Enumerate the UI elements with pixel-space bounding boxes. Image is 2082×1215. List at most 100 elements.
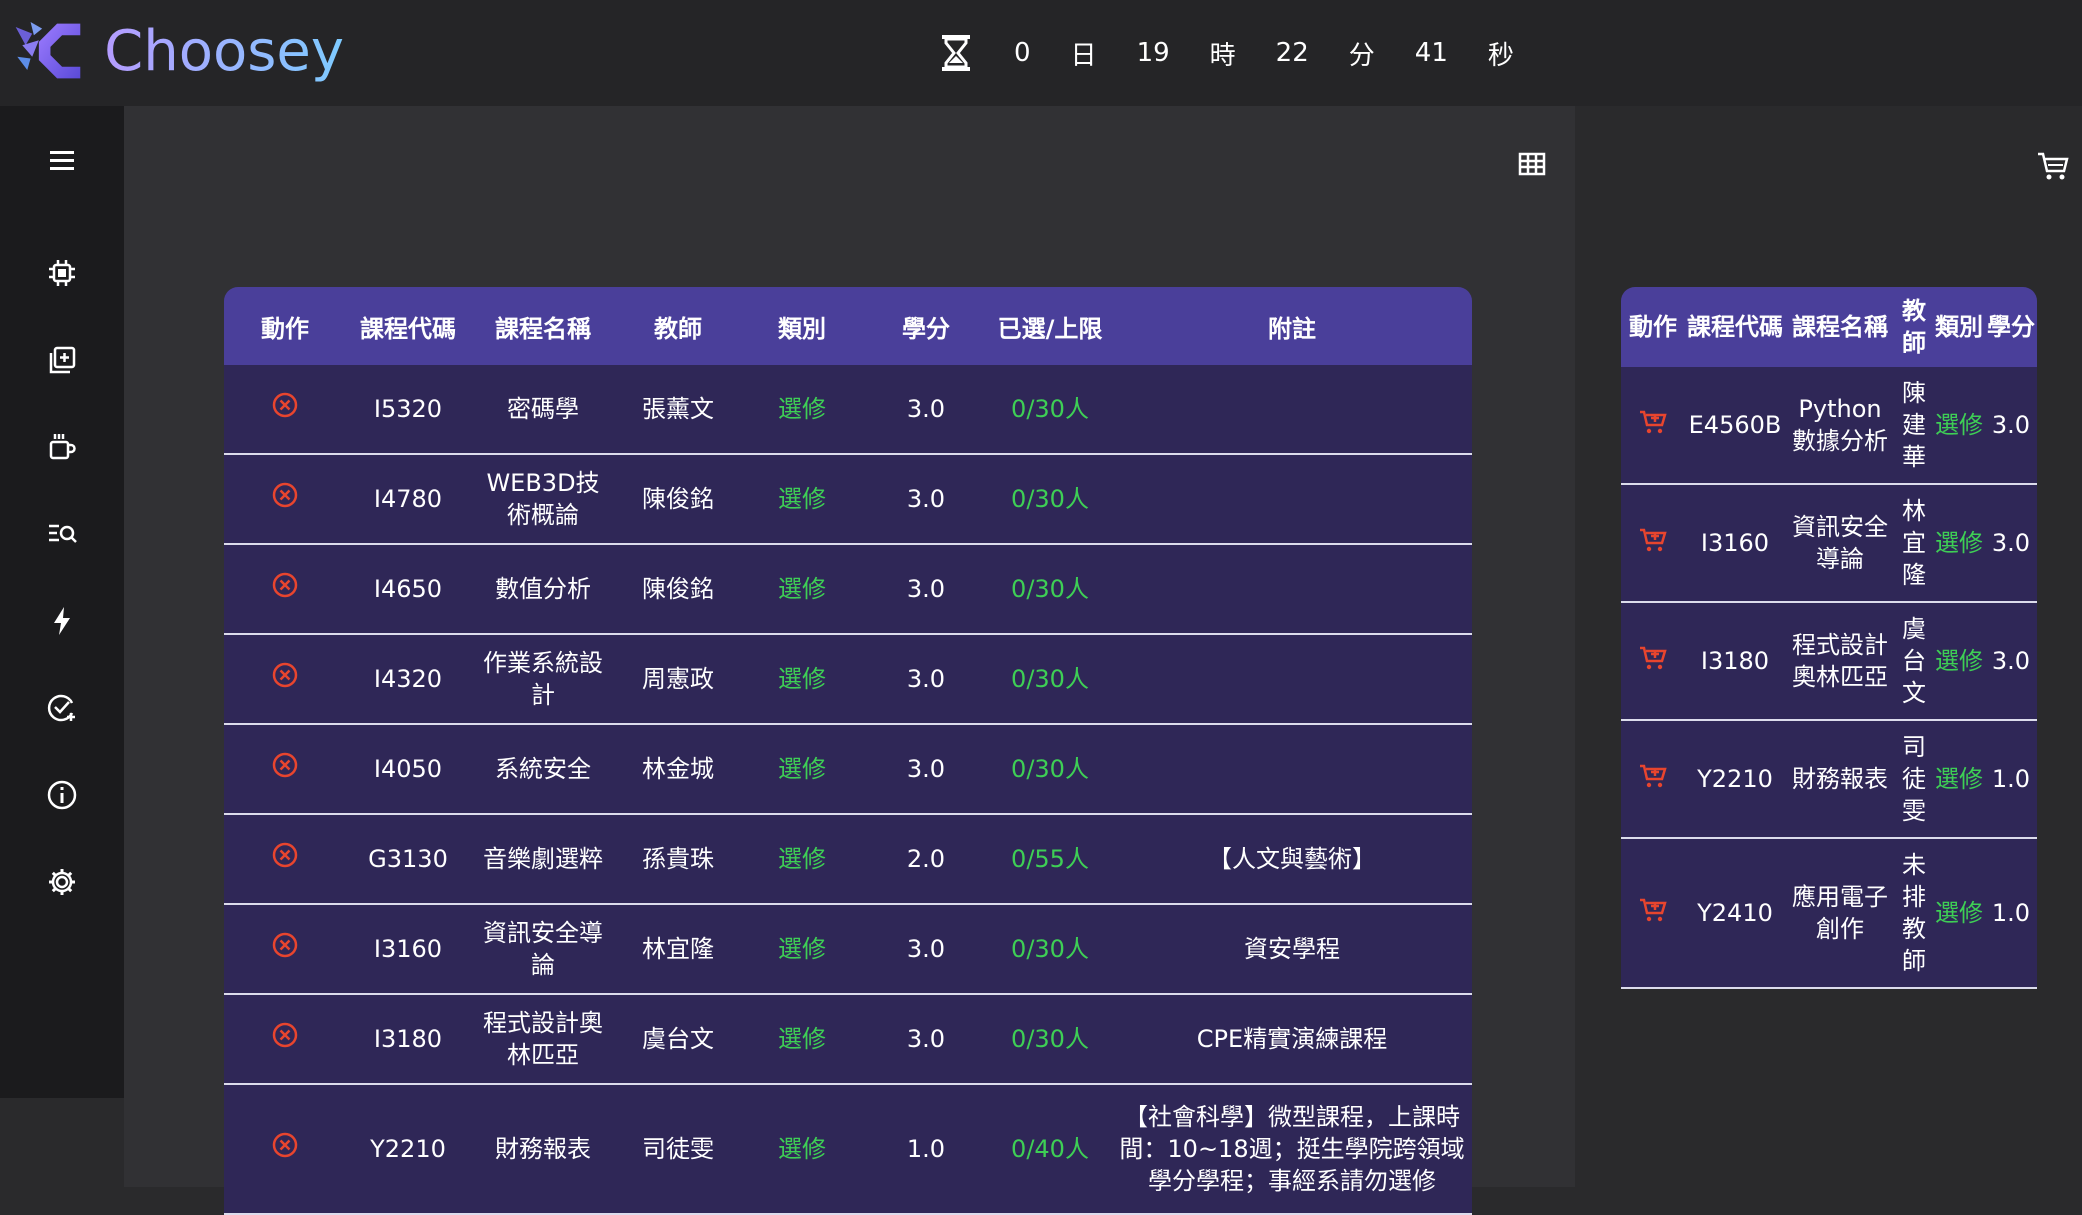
remove-course-icon[interactable] [270,1130,300,1160]
cart-course-type: 選修 [1935,647,1983,675]
remove-course-icon[interactable] [270,480,300,510]
menu-icon [50,151,74,170]
course-type: 選修 [778,485,826,513]
course-note: CPE精實演練課程 [1196,1025,1388,1053]
cart-course-teacher: 林宜隆 [1902,497,1926,589]
add-to-cart-icon[interactable] [1638,524,1668,554]
course-teacher: 孫貴珠 [642,845,714,873]
course-code: I3180 [373,1025,443,1053]
table-row: G3130 音樂劇選粹 孫貴珠 選修 2.0 0/55人 【人文與藝術】 [224,815,1472,905]
course-type: 選修 [778,395,826,423]
header-enroll[interactable]: 已選/上限 [988,309,1112,344]
sidebar-item-coffee[interactable] [42,427,82,467]
cart-course-code: Y2210 [1697,765,1773,793]
course-type: 選修 [778,1025,826,1053]
course-teacher: 陳俊銘 [642,575,714,603]
add-course-icon [49,346,76,374]
cart-header-type: 類別 [1935,313,1983,341]
remove-course-icon[interactable] [270,570,300,600]
sidebar-item-add-course[interactable] [42,340,82,380]
course-credit: 3.0 [906,665,946,693]
course-teacher: 林金城 [642,755,714,783]
cart-table: 動作 課程代碼 課程名稱 教師 類別 學分 E4560B Python數據分析 陳建… [1621,287,2037,989]
add-cell [1621,642,1685,680]
countdown-minutes: 22 [1275,38,1309,68]
grid-view-button[interactable] [1512,144,1552,184]
logo-mark-icon [15,22,81,79]
remove-cell [224,750,346,788]
course-code: I4650 [373,575,443,603]
countdown-seconds-unit: 秒 [1487,40,1514,71]
course-type: 選修 [778,935,826,963]
flash-icon [54,607,70,635]
cart-header-credit: 學分 [1987,313,2035,341]
table-row: I4320 作業系統設計 周憲政 選修 3.0 0/30人 [224,635,1472,725]
sidebar-item-check-add[interactable] [42,688,82,728]
remove-course-icon[interactable] [270,840,300,870]
cart-table-header: 動作 課程代碼 課程名稱 教師 類別 學分 [1621,287,2037,367]
table-row: I3180 程式設計奧林匹亞 虞台文 選修 3.0 0/30人 CPE精實演練課程 [224,995,1472,1085]
search-list-icon [49,524,77,543]
cart-course-credit: 3.0 [1991,529,2031,557]
remove-course-icon[interactable] [270,750,300,780]
cart-row: E4560B Python數據分析 陳建華 選修 3.0 [1621,367,2037,485]
sidebar-item-chip[interactable] [42,253,82,293]
table-row: I4050 系統安全 林金城 選修 3.0 0/30人 [224,725,1472,815]
cart-course-code: Y2410 [1697,899,1773,927]
add-to-cart-icon[interactable] [1638,406,1668,436]
countdown-seconds: 41 [1414,38,1448,68]
course-credit: 3.0 [906,1025,946,1053]
cart-course-code: I3160 [1700,529,1770,557]
header-teacher[interactable]: 教師 [616,309,740,344]
remove-cell [224,1130,346,1168]
course-enrollment: 0/30人 [1011,665,1089,693]
app-name: Choosey [104,18,344,84]
remove-cell [224,930,346,968]
cart-course-code: E4560B [1688,411,1782,439]
table-row: Y2210 財務報表 司徒雯 選修 1.0 0/40人 【社會科學】微型課程，上課時間：10… [224,1085,1472,1215]
course-name: 系統安全 [495,755,591,783]
course-enrollment: 0/30人 [1011,935,1089,963]
remove-course-icon[interactable] [270,390,300,420]
add-to-cart-icon[interactable] [1638,642,1668,672]
course-enrollment: 0/55人 [1011,845,1089,873]
cart-row: Y2410 應用電子創作 未排教師 選修 1.0 [1621,839,2037,989]
add-to-cart-icon[interactable] [1638,894,1668,924]
remove-course-icon[interactable] [270,1020,300,1050]
cart-button[interactable] [2031,144,2075,188]
course-type: 選修 [778,845,826,873]
sidebar-item-info[interactable] [42,775,82,815]
add-to-cart-icon[interactable] [1638,760,1668,790]
countdown-hours-unit: 時 [1209,40,1236,71]
course-name: 音樂劇選粹 [483,845,603,873]
remove-course-icon[interactable] [270,660,300,690]
sidebar-item-settings[interactable] [42,862,82,902]
cart-header-name: 課程名稱 [1792,313,1888,341]
cart-course-credit: 3.0 [1991,647,2031,675]
sidebar-item-flash[interactable] [42,601,82,641]
remove-cell [224,840,346,878]
header-name[interactable]: 課程名稱 [470,309,616,344]
header-code[interactable]: 課程代碼 [346,309,470,344]
menu-button[interactable] [42,140,82,180]
course-note: 資安學程 [1244,935,1340,963]
course-type: 選修 [778,755,826,783]
header-credit[interactable]: 學分 [864,309,988,344]
remove-course-icon[interactable] [270,930,300,960]
course-name: 作業系統設計 [483,649,603,709]
course-name: 程式設計奧林匹亞 [483,1009,603,1069]
sidebar-item-search-list[interactable] [42,514,82,554]
course-name: 財務報表 [495,1135,591,1163]
app-logo[interactable]: Choosey [14,10,344,92]
course-enrollment: 0/30人 [1011,485,1089,513]
cart-course-credit: 3.0 [1991,411,2031,439]
course-enrollment: 0/40人 [1011,1135,1089,1163]
header-type[interactable]: 類別 [740,309,864,344]
table-row: I5320 密碼學 張薰文 選修 3.0 0/30人 [224,365,1472,455]
course-teacher: 陳俊銘 [642,485,714,513]
countdown-minutes-unit: 分 [1348,40,1375,71]
cart-course-name: Python數據分析 [1792,395,1888,455]
top-bar: Choosey 0 日 19 時 22 分 41 秒 [0,0,2082,106]
course-teacher: 虞台文 [642,1025,714,1053]
course-code: I4780 [373,485,443,513]
